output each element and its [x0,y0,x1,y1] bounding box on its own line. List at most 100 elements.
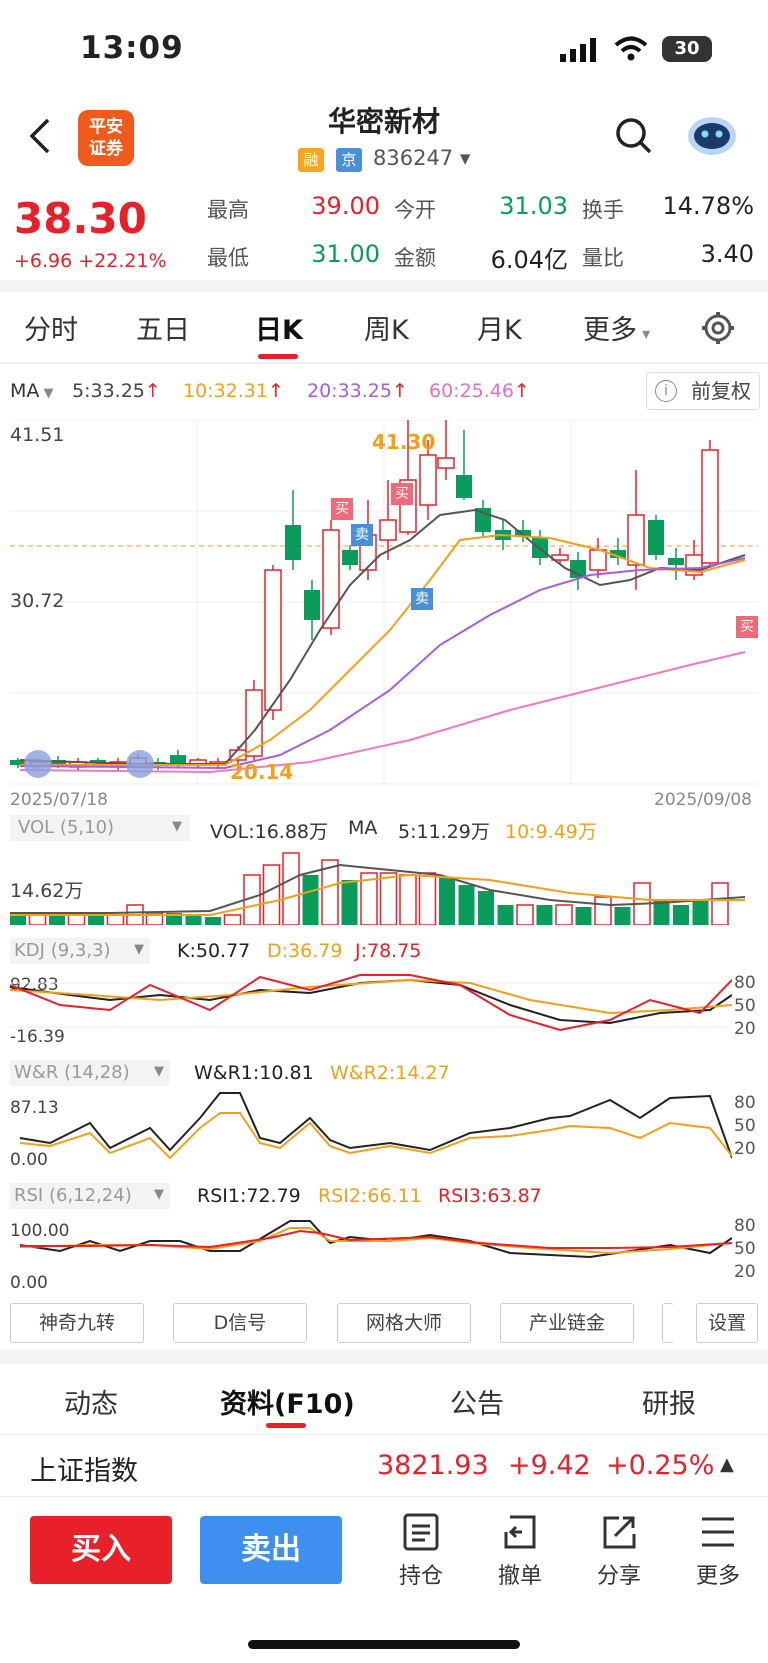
vol-value: VOL:16.88万 [210,821,328,843]
tab-news[interactable]: 动态 [64,1382,118,1421]
search-icon[interactable] [614,116,654,156]
vol-ma-label: MA [348,817,378,839]
volume-ratio-value: 3.40 [700,240,754,268]
volume-bar [653,901,670,925]
volume-bar [555,904,573,925]
rsi-ref-levels: 80 50 20 [734,1216,756,1282]
active-tab-indicator [258,354,298,359]
amount-value: 6.04亿 [490,246,568,274]
tool-button[interactable]: D信号 [173,1303,307,1343]
turnover-label: 换手 [582,198,624,222]
kline-max-label: 41.30 [372,430,436,454]
hold-button[interactable]: 持仓 [386,1512,456,1590]
buy-marker: 买 [736,616,758,638]
stock-code[interactable]: 836247 ▾ [373,146,470,170]
buy-marker: 买 [391,483,413,505]
sell-button[interactable]: 卖出 [200,1516,342,1584]
kline-y-mid: 30.72 [10,590,65,612]
ma10-value: 10:32.31↑ [183,380,284,402]
settings-gear-icon[interactable] [700,310,736,346]
volume-bar [49,915,65,925]
tab-research[interactable]: 研报 [642,1382,696,1421]
volume-bar [223,914,242,925]
tab-monthly-k[interactable]: 月K [477,308,522,347]
tab-more[interactable]: 更多 ▾ [583,308,650,347]
high-value: 39.00 [311,192,380,220]
volume-bar [516,904,534,925]
kdj-selector[interactable]: KDJ (9,3,3) ▼ [10,938,150,964]
vol-selector[interactable]: VOL (5,10) ▼ [10,815,190,841]
tab-weekly-k[interactable]: 周K [364,308,409,347]
volume-bar [10,915,26,925]
candle-body [342,550,358,565]
volume-bar [379,872,398,925]
more-button[interactable]: 更多 [683,1512,753,1590]
volume-bar [439,877,455,925]
volume-bar [673,905,689,925]
home-indicator [248,1640,520,1649]
kline-chart[interactable] [10,420,758,785]
exchange-tag: 京 [336,148,362,172]
volume-bar [399,874,417,925]
price-change: +6.96 +22.21% [14,250,167,272]
wr-ref-levels: 80 50 20 [734,1093,756,1159]
buy-button[interactable]: 买入 [30,1516,172,1584]
volume-bar [205,917,221,925]
chevron-up-icon[interactable]: ▲ [720,1454,734,1475]
tool-button-partial[interactable] [662,1303,674,1343]
margin-tag: 融 [298,148,324,172]
status-time: 13:09 [80,30,184,66]
rsi3-value: RSI3:63.87 [438,1185,542,1207]
candle-body [285,525,301,560]
wr-chart [19,1092,732,1160]
tab-f10[interactable]: 资料(F10) [220,1382,355,1421]
wr-selector[interactable]: W&R (14,28) ▼ [10,1060,170,1086]
candle-body [589,549,607,571]
sell-marker: 卖 [351,524,373,546]
tab-announcement[interactable]: 公告 [450,1382,504,1421]
candle-body [437,457,455,469]
cancel-order-button[interactable]: 撤单 [485,1512,555,1590]
index-name[interactable]: 上证指数 [30,1449,138,1488]
tool-button[interactable]: 神奇九转 [10,1303,144,1343]
undo-icon [504,1515,536,1549]
rsi1-value: RSI1:72.79 [197,1185,301,1207]
volume-bar [341,880,358,925]
turnover-value: 14.78% [662,192,754,220]
tool-button[interactable]: 产业链金 [500,1303,634,1343]
tool-button[interactable]: 网格大师 [337,1303,471,1343]
kdj-j: J:78.75 [355,940,422,962]
candle-body [304,590,320,620]
tab-daily-k[interactable]: 日K [255,308,303,347]
date-end: 2025/09/08 [654,790,752,810]
volume-bar [478,891,494,925]
volume-ratio-label: 量比 [582,246,624,270]
ma-selector[interactable]: MA ▼ [10,380,54,402]
battery-icon: 30 [662,36,712,62]
wr2-value: W&R2:14.27 [330,1062,450,1084]
date-start: 2025/07/18 [10,790,108,810]
share-button[interactable]: 分享 [584,1512,654,1590]
high-label: 最高 [207,198,249,222]
tab-intraday[interactable]: 分时 [24,308,78,347]
rsi-chart [19,1220,732,1259]
tool-settings-button[interactable]: 设置 [696,1303,758,1343]
open-label: 今开 [394,198,436,222]
rsi-selector[interactable]: RSI (6,12,24) ▼ [10,1183,170,1209]
document-icon [403,1513,439,1551]
adjustment-selector[interactable]: i 前复权 [646,372,760,410]
sell-marker: 卖 [411,588,433,610]
active-bottom-tab-indicator [266,1423,306,1428]
volume-bar [88,915,104,925]
robot-assistant-icon[interactable] [686,112,738,158]
wr1-value: W&R1:10.81 [194,1062,314,1084]
candle-body [648,520,664,555]
candle-body [264,569,282,711]
volume-bar [711,882,729,925]
volume-bar [692,901,709,925]
volume-bar [418,872,437,925]
tab-five-day[interactable]: 五日 [136,308,190,347]
volume-bar [302,875,319,925]
volume-bar [458,885,475,925]
volume-bar [536,905,553,925]
